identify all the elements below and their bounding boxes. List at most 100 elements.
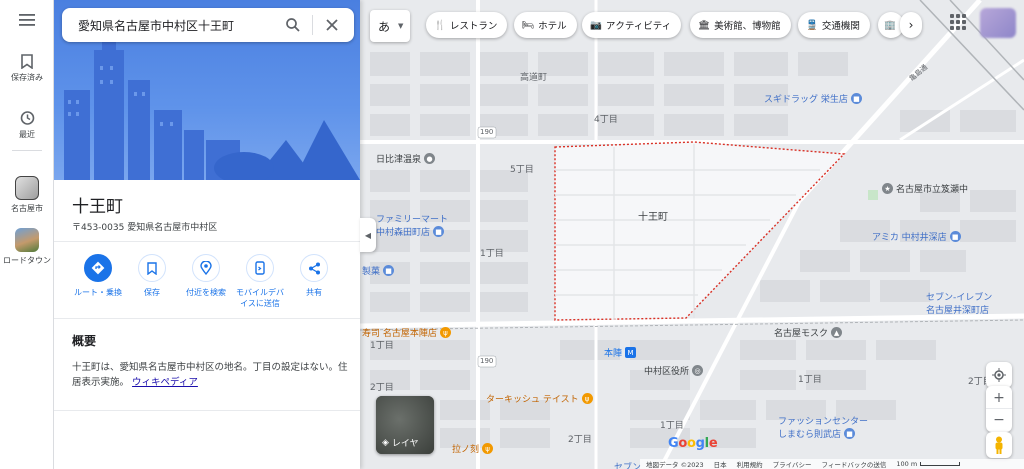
apps-icon[interactable] (950, 14, 966, 30)
my-location-button[interactable] (986, 362, 1012, 388)
poi-ramen[interactable]: 拉ノ刻 ψ (452, 442, 494, 455)
district-label: 高道町 (520, 73, 548, 83)
chome-label: 2丁目 (568, 435, 592, 445)
chip-activities[interactable]: 📷 アクティビティ (582, 12, 682, 38)
chome-label: 1丁目 (798, 375, 822, 385)
save-place-button[interactable]: 保存 (122, 254, 182, 298)
chip-transit[interactable]: 🚆 交通機関 (798, 12, 870, 38)
feedback-link[interactable]: フィードバックの送信 (821, 459, 886, 469)
overview-text: 十王町は、愛知県名古屋市中村区の地名。丁目の設定はない。住居表示実施。 ウィキペ… (72, 362, 348, 388)
government-icon: ◎ (692, 365, 704, 376)
poi-seven-eleven[interactable]: セブン-イレブン 名古屋井深町店 (926, 290, 992, 316)
chome-label: 5丁目 (510, 165, 534, 175)
recent-place-thumbnail (15, 176, 39, 200)
restaurant-icon: 🍴 (434, 19, 446, 31)
recent-place-thumbnail (15, 228, 39, 252)
school-icon: ★ (882, 183, 893, 194)
poi-familymart[interactable]: ファミリーマート 中村森田町店 ■ (376, 212, 448, 238)
shop-icon: ■ (949, 231, 961, 242)
poi-mosque[interactable]: 名古屋モスク ▲ (774, 326, 843, 339)
map-canvas[interactable]: 190 190 高道町 4丁目 5丁目 1丁目 1丁目 2丁目 1丁目 2丁目 … (360, 0, 1024, 469)
clear-search-button[interactable] (317, 8, 347, 42)
chip-restaurants[interactable]: 🍴 レストラン (426, 12, 508, 38)
menu-button[interactable] (0, 14, 54, 26)
zoom-controls: + − (986, 386, 1012, 432)
restaurant-icon: ψ (482, 443, 494, 454)
shop-icon: ■ (844, 428, 856, 439)
route-shield-label: 190 (480, 128, 494, 136)
layers-button[interactable]: ◈ レイヤ (376, 396, 434, 454)
place-panel: 十王町 〒453-0035 愛知県名古屋市中村区 ルート・乗換 保存 付近を検索… (54, 0, 360, 469)
zoom-out-button[interactable]: − (986, 409, 1012, 431)
google-logo: Google (668, 436, 718, 451)
shop-icon: ■ (433, 226, 445, 237)
street-view-pegman[interactable] (986, 432, 1012, 458)
chip-museums[interactable]: 🏛 美術館、博物館 (690, 12, 791, 38)
saved-button[interactable]: 保存済み (0, 54, 54, 83)
chome-label: 2丁目 (370, 383, 394, 393)
shop-icon: ■ (850, 93, 862, 104)
map-footer: 地図データ ©2023 日本 利用規約 プライバシー フィードバックの送信 10… (640, 459, 1024, 469)
recent-button[interactable]: 最近 (0, 110, 54, 140)
region-link[interactable]: 日本 (714, 459, 727, 469)
crosshair-icon (992, 368, 1006, 382)
camera-icon: 📷 (590, 19, 602, 31)
search-input[interactable] (78, 18, 278, 32)
bookmark-icon (147, 261, 157, 275)
layers-icon: ◈ (382, 437, 389, 448)
poi-ward-office[interactable]: 中村区役所 ◎ (644, 364, 704, 377)
scale-bar[interactable]: 100 m (896, 460, 961, 468)
send-to-phone-button[interactable]: モバイルデバ イスに送信 (230, 254, 290, 309)
recent-place-roadtown[interactable]: ロードタウン (0, 228, 54, 266)
bookmark-icon (21, 54, 33, 69)
chevron-right-icon: › (908, 18, 914, 32)
terms-link[interactable]: 利用規約 (737, 459, 763, 469)
worship-icon: ▲ (831, 327, 843, 338)
restaurant-icon: ψ (439, 327, 451, 338)
share-button[interactable]: 共有 (284, 254, 344, 298)
phone-icon (255, 261, 265, 275)
recent-place-nagoya[interactable]: 名古屋市 (0, 176, 54, 214)
poi-school[interactable]: ★ 名古屋市立笈瀬中 (882, 182, 968, 195)
place-address: 〒453-0035 愛知県名古屋市中村区 (72, 223, 218, 233)
collapse-panel-button[interactable]: ◀ (360, 218, 376, 252)
chip-hotels[interactable]: 🛏 ホテル (514, 12, 577, 38)
poi-drugstore[interactable]: スギドラッグ 栄生店 ■ (764, 92, 862, 105)
chevron-left-icon: ◀ (364, 230, 372, 240)
share-icon (308, 262, 320, 274)
history-icon (20, 111, 35, 125)
chome-label: 1丁目 (660, 421, 684, 431)
pegman-icon (995, 436, 1003, 454)
chome-label: 4丁目 (594, 115, 618, 125)
selected-area-label: 十王町 (638, 212, 668, 223)
shop-icon: ■ (383, 265, 395, 276)
overview-heading: 概要 (72, 334, 97, 348)
search-icon (286, 18, 300, 32)
poi-station-honjin[interactable]: 本陣 M (604, 346, 637, 359)
directions-icon (91, 261, 105, 275)
poi-amika[interactable]: アミカ 中村井深店 ■ (872, 230, 961, 243)
account-avatar[interactable] (980, 8, 1016, 38)
poi-sushi[interactable]: 寿司 名古屋本陣店 ψ (362, 326, 451, 339)
hamburger-icon (19, 14, 35, 26)
museum-icon: 🏛 (698, 19, 711, 31)
directions-button[interactable]: ルート・乗換 (68, 254, 128, 298)
subway-icon: M (625, 347, 637, 358)
poi-turkish-taste[interactable]: ターキッシュ テイスト ψ (486, 392, 593, 405)
poi-shimamura[interactable]: ファッションセンター しまむら則武店 ■ (778, 414, 868, 440)
zoom-in-button[interactable]: + (986, 387, 1012, 409)
poi-hot-spring[interactable]: 日比津温泉 ● (376, 152, 436, 165)
poi-confectionery[interactable]: 製菓 ■ (362, 264, 395, 277)
nearby-button[interactable]: 付近を検索 (176, 254, 236, 298)
search-button[interactable] (278, 8, 308, 42)
chome-label: 1丁目 (370, 341, 394, 351)
chips-next-button[interactable]: › (900, 12, 922, 38)
input-language-toggle[interactable]: あ ▼ (370, 10, 410, 42)
privacy-link[interactable]: プライバシー (773, 459, 812, 469)
restaurant-icon: ψ (581, 393, 593, 404)
nearby-pin-icon (200, 261, 212, 275)
poi-seven-bottom[interactable]: セブン (614, 460, 641, 469)
search-box (62, 8, 354, 42)
wikipedia-link[interactable]: ウィキペディア (132, 377, 198, 388)
chome-label: 1丁目 (480, 249, 504, 259)
